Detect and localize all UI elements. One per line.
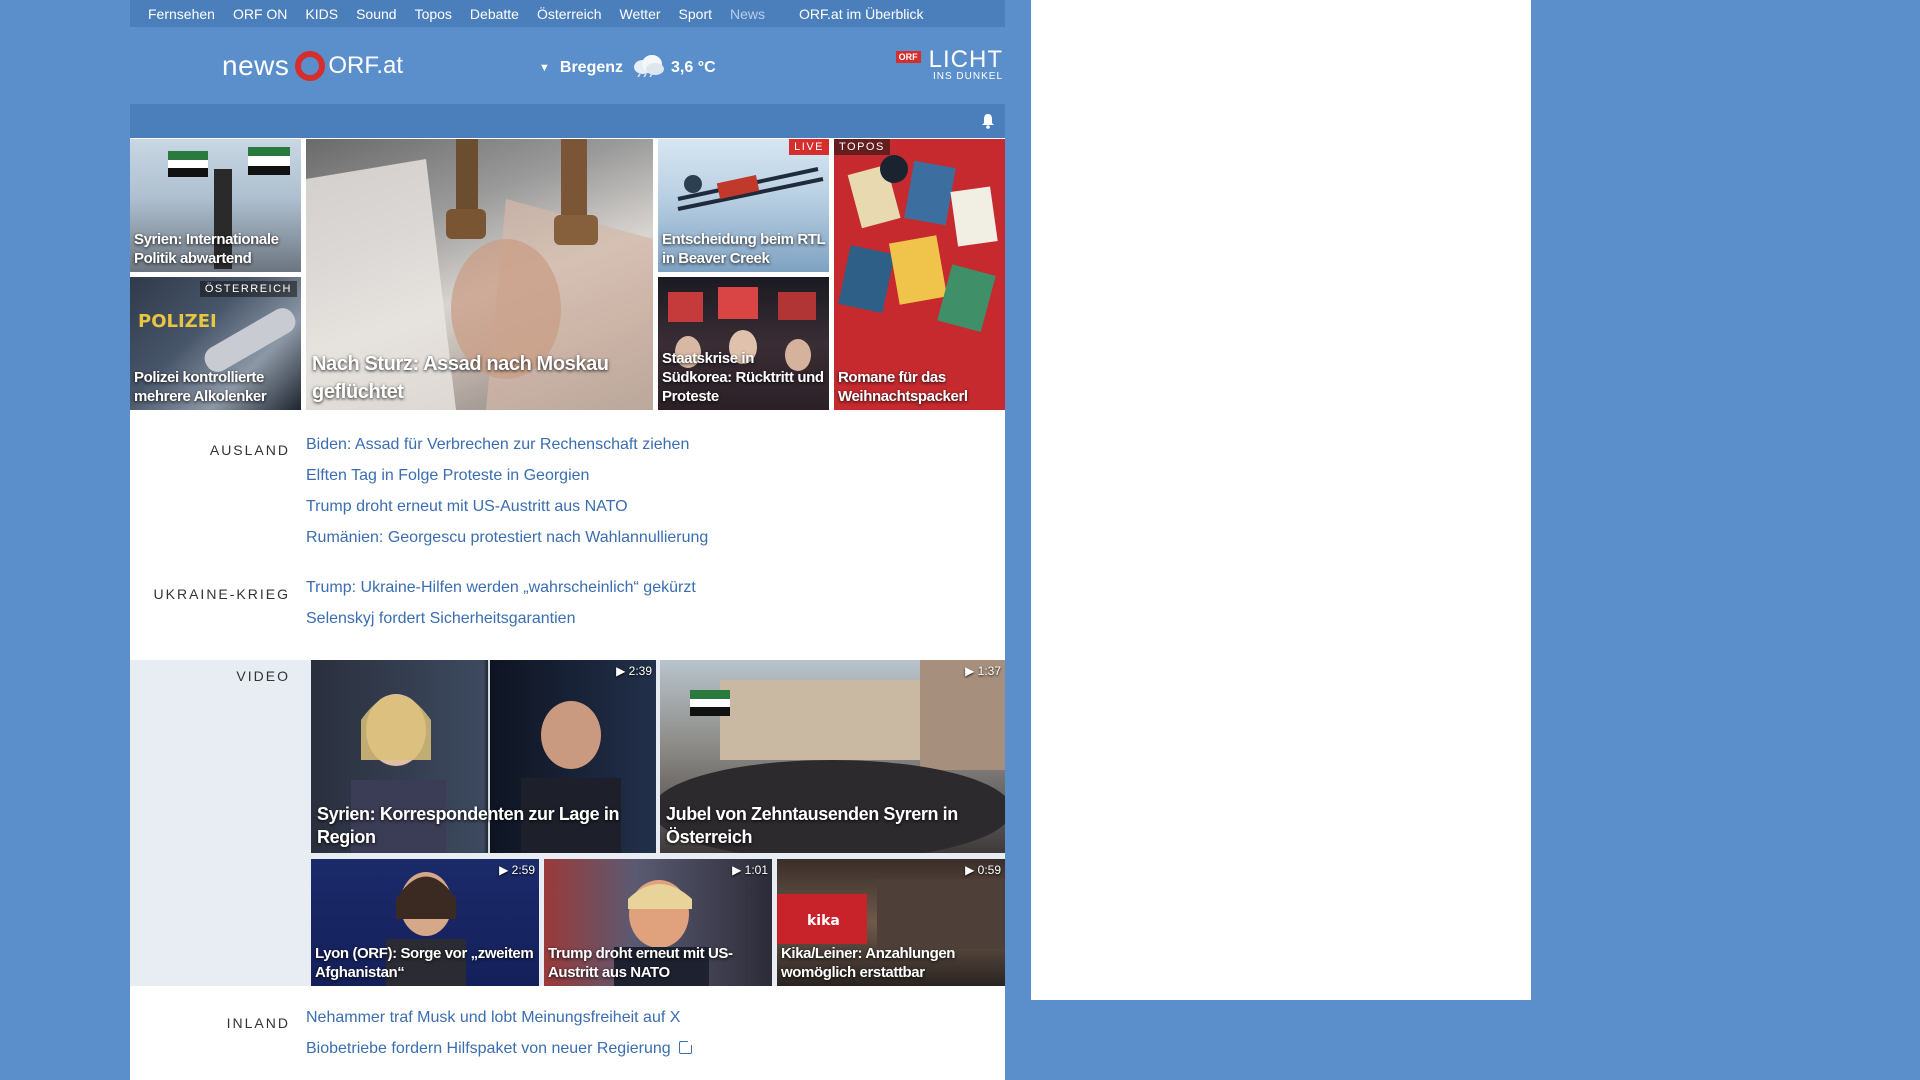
story-tile-syrien[interactable]: Syrien: Internationale Politik abwartend — [130, 139, 301, 272]
tile-caption: Jubel von Zehntausenden Syrern in Österr… — [666, 804, 958, 847]
link-list-inland: Nehammer traf Musk und lobt Meinungsfrei… — [306, 1002, 694, 1064]
svg-text:POLIZEI: POLIZEI — [138, 311, 217, 332]
dropdown-triangle-icon[interactable]: ▼ — [539, 62, 550, 74]
nav-sport[interactable]: Sport — [679, 6, 712, 22]
tile-caption: Lyon (ORF): Sorge vor „zweitem Afghanist… — [315, 945, 534, 981]
video-section: VIDEO ▶ 2:39 Syrien: Korrespondenten zur… — [130, 660, 1005, 986]
nav-orf-on[interactable]: ORF ON — [233, 6, 287, 22]
orf-ring-icon — [295, 51, 326, 81]
weather-widget[interactable]: ▼ Bregenz 3,6 °C — [539, 53, 716, 82]
nav-oesterreich[interactable]: Österreich — [537, 6, 602, 22]
headline-link[interactable]: Elften Tag in Folge Proteste in Georgien — [306, 460, 708, 491]
section-label-ausland: AUSLAND — [209, 442, 290, 458]
video-tile[interactable]: ▶ 2:59 Lyon (ORF): Sorge vor „zweitem Af… — [311, 859, 539, 986]
tile-caption: Syrien: Internationale Politik abwartend — [134, 231, 279, 267]
headline-text: Biobetriebe fordern Hilfspaket von neuer… — [306, 1040, 671, 1057]
headline-link[interactable]: Selenskyj fordert Sicherheitsgarantien — [306, 603, 696, 634]
headline-link[interactable]: Biden: Assad für Verbrechen zur Rechensc… — [306, 429, 708, 460]
main-content: Syrien: Internationale Politik abwartend… — [130, 138, 1005, 1080]
story-tile-main-assad[interactable]: Nach Sturz: Assad nach Moskau geflüchtet — [306, 139, 653, 410]
video-tile[interactable]: ▶ 1:37 Jubel von Zehntausenden Syrern in… — [660, 660, 1005, 853]
licht-subtitle: INS DUNKEL — [932, 71, 1003, 82]
headline-link-external[interactable]: Biobetriebe fordern Hilfspaket von neuer… — [306, 1033, 694, 1064]
story-tile-polizei[interactable]: POLIZEI ÖSTERREICH Polizei kontrollierte… — [130, 277, 301, 410]
headline-link[interactable]: Trump: Ukraine-Hilfen werden „wahrschein… — [306, 572, 696, 603]
bell-icon[interactable] — [981, 113, 995, 134]
header-bar — [130, 104, 1005, 138]
tile-caption: Trump droht erneut mit US-Austritt aus N… — [548, 945, 733, 981]
tile-caption: Entscheidung beim RTL in Beaver Creek — [662, 231, 826, 267]
section-label-video: VIDEO — [236, 668, 290, 684]
video-duration: ▶ 0:59 — [965, 863, 1001, 877]
weather-temperature: 3,6 °C — [671, 58, 716, 76]
site-header: news ORF.at ▼ Bregenz 3,6 °C ORF LICHT I… — [130, 27, 1005, 104]
tile-caption: Syrien: Korrespondenten zur Lage in Regi… — [317, 804, 620, 847]
licht-ins-dunkel-logo[interactable]: ORF LICHT INS DUNKEL — [895, 46, 1003, 82]
orf-badge: ORF — [895, 51, 921, 63]
live-badge: LIVE — [789, 139, 829, 155]
nav-fernsehen[interactable]: Fernsehen — [148, 6, 215, 22]
video-duration: ▶ 2:39 — [616, 664, 652, 678]
headline-link[interactable]: Nehammer traf Musk und lobt Meinungsfrei… — [306, 1002, 692, 1033]
sidebar-ad-space — [1031, 0, 1531, 1000]
video-tile[interactable]: ▶ 1:01 Trump droht erneut mit US-Austrit… — [544, 859, 772, 986]
tile-section-tag: TOPOS — [834, 139, 890, 155]
tile-caption: Romane für das Weihnachtspackerl — [838, 369, 968, 405]
tile-caption: Nach Sturz: Assad nach Moskau geflüchtet — [312, 353, 609, 403]
cloud-icon — [631, 53, 665, 82]
story-tile-rtl[interactable]: LIVE Entscheidung beim RTL in Beaver Cre… — [658, 139, 829, 272]
logo-orf-text: ORF.at — [328, 52, 404, 79]
nav-kids[interactable]: KIDS — [305, 6, 338, 22]
tile-caption: Kika/Leiner: Anzahlungen womöglich ersta… — [781, 945, 956, 981]
story-tile-romane[interactable]: TOPOS Romane für das Weihnachtspackerl — [834, 139, 1005, 410]
external-link-icon — [678, 1039, 694, 1054]
headline-link[interactable]: Rumänien: Georgescu protestiert nach Wah… — [306, 522, 708, 553]
licht-title: LICHT — [928, 46, 1003, 73]
svg-text:kika: kika — [807, 913, 840, 929]
video-duration: ▶ 2:59 — [499, 863, 535, 877]
news-orf-logo[interactable]: news ORF.at — [222, 49, 403, 83]
story-tile-korea[interactable]: Staatskrise in Südkorea: Rücktritt und P… — [658, 277, 829, 410]
nav-debatte[interactable]: Debatte — [470, 6, 519, 22]
section-label-inland: INLAND — [226, 1015, 290, 1031]
nav-news-current[interactable]: News — [730, 6, 765, 22]
top-navigation: Fernsehen ORF ON KIDS Sound Topos Debatt… — [130, 0, 1005, 27]
nav-sound[interactable]: Sound — [356, 6, 396, 22]
nav-topos[interactable]: Topos — [415, 6, 452, 22]
nav-wetter[interactable]: Wetter — [620, 6, 661, 22]
tile-section-tag: ÖSTERREICH — [199, 281, 297, 297]
video-duration: ▶ 1:37 — [965, 664, 1001, 678]
tile-caption: Polizei kontrollierte mehrere Alkolenker — [134, 369, 267, 405]
link-list-ausland: Biden: Assad für Verbrechen zur Rechensc… — [306, 429, 708, 553]
weather-location: Bregenz — [559, 58, 624, 76]
video-tile[interactable]: kika ▶ 0:59 Kika/Leiner: Anzahlungen wom… — [777, 859, 1005, 986]
tile-caption: Staatskrise in Südkorea: Rücktritt und P… — [662, 350, 824, 405]
headline-link[interactable]: Trump droht erneut mit US-Austritt aus N… — [306, 491, 708, 522]
nav-overview[interactable]: ORF.at im Überblick — [799, 6, 923, 22]
logo-news-text: news — [222, 50, 290, 81]
link-list-ukraine: Trump: Ukraine-Hilfen werden „wahrschein… — [306, 572, 696, 634]
video-duration: ▶ 1:01 — [732, 863, 768, 877]
section-label-ukraine: UKRAINE-KRIEG — [153, 586, 290, 602]
video-tile[interactable]: ▶ 2:39 Syrien: Korrespondenten zur Lage … — [311, 660, 656, 853]
